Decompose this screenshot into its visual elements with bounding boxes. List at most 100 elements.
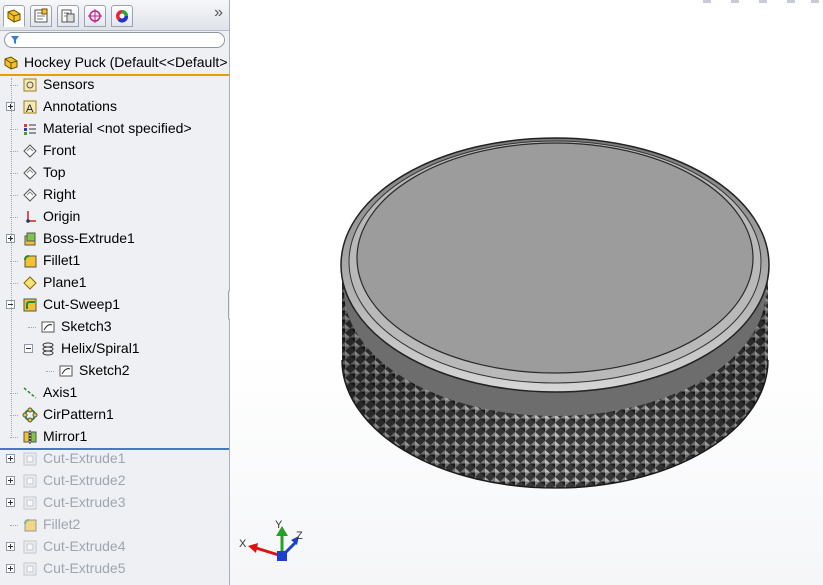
cut-extrude-icon — [22, 539, 38, 555]
dimxpert-tab[interactable] — [84, 5, 106, 27]
tree-item-annotations[interactable]: A Annotations — [0, 96, 229, 118]
tree-item-cut-extrude4[interactable]: Cut-Extrude4 — [0, 536, 229, 558]
material-icon — [22, 121, 38, 137]
tree-item-helix-spiral1[interactable]: Helix/Spiral1 — [0, 338, 229, 360]
propertymanager-tab[interactable] — [30, 5, 52, 27]
tree-item-label: Cut-Extrude3 — [43, 494, 126, 510]
fillet-icon — [22, 253, 38, 269]
configurationmanager-tab[interactable] — [57, 5, 79, 27]
tree-item-axis1[interactable]: Axis1 — [0, 382, 229, 404]
more-tabs-button[interactable]: » — [214, 4, 223, 22]
part-icon — [4, 56, 18, 70]
tree-item-label: Plane1 — [43, 274, 87, 290]
plane-feature-icon — [22, 275, 38, 291]
tree-item-cut-sweep1[interactable]: Cut-Sweep1 — [0, 294, 229, 316]
tree-item-sketch2[interactable]: Sketch2 — [0, 360, 229, 382]
tree-item-sensors[interactable]: Sensors — [0, 74, 229, 96]
tree-item-label: Mirror1 — [43, 428, 88, 444]
tree-root-part[interactable]: Hockey Puck (Default<<Default> — [0, 52, 229, 76]
tree-filter-input[interactable] — [4, 32, 225, 48]
tree-item-sketch3[interactable]: Sketch3 — [0, 316, 229, 338]
graphics-area[interactable]: X Y Z — [230, 0, 823, 585]
display-manager-icon — [116, 10, 129, 23]
sketch-icon — [40, 319, 56, 335]
tree-item-cut-extrude3[interactable]: Cut-Extrude3 — [0, 492, 229, 514]
cut-extrude-icon — [22, 473, 38, 489]
cut-extrude-icon — [22, 495, 38, 511]
tree-item-label: Sketch3 — [61, 318, 112, 334]
expand-toggle-icon[interactable] — [6, 542, 15, 551]
tree-item-label: Cut-Extrude4 — [43, 538, 126, 554]
triad-y-label: Y — [275, 519, 283, 531]
expand-toggle-icon[interactable] — [6, 454, 15, 463]
tree-item-top[interactable]: Top — [0, 162, 229, 184]
tree-item-boss-extrude1[interactable]: Boss-Extrude1 — [0, 228, 229, 250]
configurationmanager-icon — [61, 9, 75, 23]
plane-icon — [22, 165, 38, 181]
tree-item-label: Annotations — [43, 98, 117, 114]
triad-x-label: X — [239, 538, 247, 550]
tree-item-label: Fillet2 — [43, 516, 81, 532]
collapse-toggle-icon[interactable] — [24, 344, 33, 353]
tree-item-material-not-specified[interactable]: Material <not specified> — [0, 118, 229, 140]
tree-item-label: Origin — [43, 208, 81, 224]
tree-item-label: Cut-Extrude1 — [43, 450, 126, 466]
panel-tab-bar: » — [0, 0, 229, 31]
tree-item-label: Front — [43, 142, 76, 158]
filter-icon — [11, 36, 19, 44]
expand-toggle-icon[interactable] — [6, 498, 15, 507]
feature-manager-panel: » Hockey Puck (Default<<Default> Sensors… — [0, 0, 230, 585]
circular-pattern-icon — [22, 407, 38, 423]
featuremanager-icon — [7, 9, 21, 23]
tree-item-fillet2[interactable]: Fillet2 — [0, 514, 229, 536]
tree-item-cut-extrude5[interactable]: Cut-Extrude5 — [0, 558, 229, 580]
fillet-icon — [22, 517, 38, 533]
tree-item-front[interactable]: Front — [0, 140, 229, 162]
tree-item-cut-extrude1[interactable]: Cut-Extrude1 — [0, 448, 229, 470]
annotations-icon: A — [22, 99, 38, 115]
plane-icon — [22, 187, 38, 203]
axis-icon — [22, 385, 38, 401]
cut-extrude-icon — [22, 451, 38, 467]
tree-item-label: Sketch2 — [79, 362, 130, 378]
tree-guide-line — [11, 78, 12, 438]
cut-extrude-icon — [22, 561, 38, 577]
tree-item-plane1[interactable]: Plane1 — [0, 272, 229, 294]
tree-item-label: Axis1 — [43, 384, 78, 400]
triad-z-label: Z — [296, 530, 303, 542]
tree-connector — [28, 327, 36, 328]
featuremanager-tab[interactable] — [3, 5, 25, 27]
tree-item-mirror1[interactable]: Mirror1 — [0, 426, 229, 448]
cut-sweep-icon — [22, 297, 38, 313]
tree-item-label: Boss-Extrude1 — [43, 230, 135, 246]
origin-icon — [22, 209, 38, 225]
tree-item-label: Cut-Extrude5 — [43, 560, 126, 576]
svg-text:A: A — [26, 103, 34, 115]
boss-extrude-icon — [22, 231, 38, 247]
tree-item-label: Cut-Sweep1 — [43, 296, 121, 312]
part-name-label: Hockey Puck (Default<<Default> — [24, 54, 228, 70]
hockey-puck-model[interactable] — [230, 0, 823, 585]
tree-item-label: Helix/Spiral1 — [61, 340, 140, 356]
propertymanager-icon — [34, 8, 48, 23]
plane-icon — [22, 143, 38, 159]
tree-item-origin[interactable]: Origin — [0, 206, 229, 228]
tree-item-label: Sensors — [43, 76, 95, 92]
helix-icon — [40, 341, 56, 357]
tree-item-right[interactable]: Right — [0, 184, 229, 206]
tree-item-label: Right — [43, 186, 76, 202]
expand-toggle-icon[interactable] — [6, 476, 15, 485]
tree-item-label: Fillet1 — [43, 252, 81, 268]
tree-item-cirpattern1[interactable]: CirPattern1 — [0, 404, 229, 426]
display-manager-tab[interactable] — [111, 5, 133, 27]
dimxpert-icon — [88, 9, 102, 23]
tree-item-label: CirPattern1 — [43, 406, 114, 422]
sketch-icon — [58, 363, 74, 379]
rollback-bar[interactable] — [0, 448, 229, 450]
tree-connector — [46, 371, 54, 372]
tree-item-cut-extrude2[interactable]: Cut-Extrude2 — [0, 470, 229, 492]
expand-toggle-icon[interactable] — [6, 564, 15, 573]
mirror-icon — [22, 429, 38, 445]
tree-item-fillet1[interactable]: Fillet1 — [0, 250, 229, 272]
tree-item-label: Cut-Extrude2 — [43, 472, 126, 488]
